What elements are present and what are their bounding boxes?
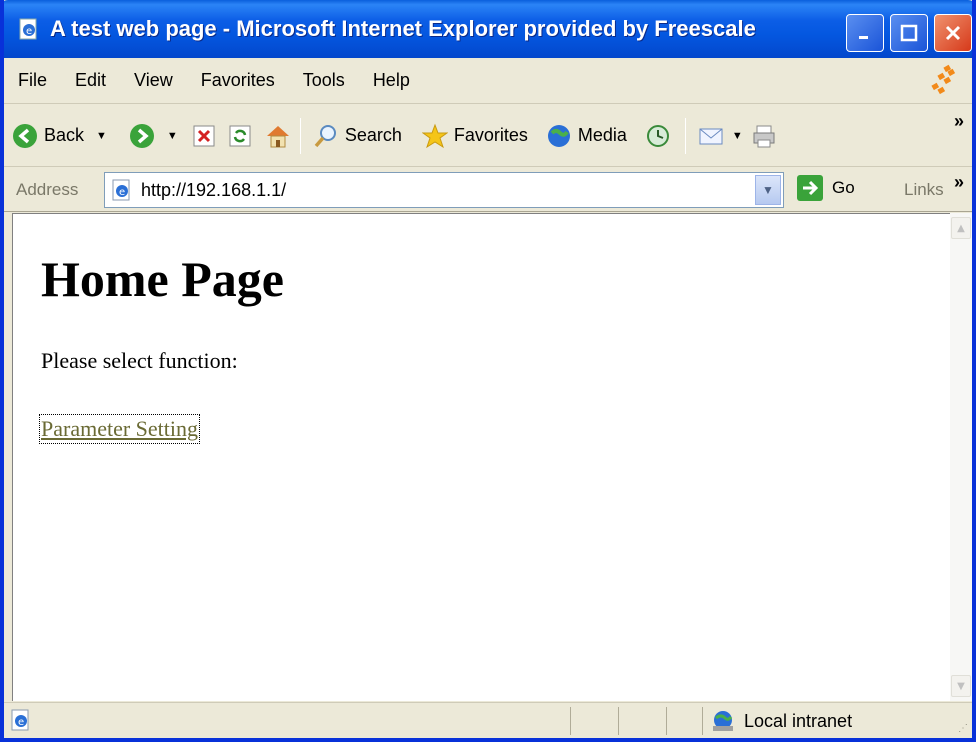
scroll-up-arrow-icon[interactable]: ▲ xyxy=(951,217,971,239)
vertical-scrollbar[interactable]: ▲ ▼ xyxy=(950,213,972,701)
favorites-label: Favorites xyxy=(453,125,528,145)
media-label: Media xyxy=(577,125,627,145)
svg-text:e: e xyxy=(119,187,125,198)
standard-toolbar: Back ▼ ▼ Search Favorites Media ▼ » xyxy=(4,105,972,167)
ie-window: e A test web page - Microsoft Internet E… xyxy=(0,0,976,742)
favorites-button[interactable]: Favorites xyxy=(421,123,528,149)
title-bar[interactable]: e A test web page - Microsoft Internet E… xyxy=(4,0,972,58)
search-button[interactable]: Search xyxy=(313,123,402,149)
mail-dropdown-icon[interactable]: ▼ xyxy=(732,130,743,142)
ie-page-icon: e xyxy=(16,16,42,42)
mail-icon xyxy=(699,128,723,144)
address-input[interactable]: e http://192.168.1.1/ ▼ xyxy=(104,172,784,208)
toolbar-separator xyxy=(684,117,686,154)
web-content-area: Home Page Please select function: Parame… xyxy=(12,213,950,701)
menu-help[interactable]: Help xyxy=(361,70,426,91)
page-prompt: Please select function: xyxy=(41,348,238,373)
status-pane xyxy=(570,707,618,735)
address-bar: Address e http://192.168.1.1/ ▼ Go Links… xyxy=(4,168,972,212)
zone-label: Local intranet xyxy=(744,710,853,731)
scroll-down-arrow-icon[interactable]: ▼ xyxy=(951,675,971,697)
links-toolbar[interactable]: Links xyxy=(904,180,944,200)
home-icon xyxy=(266,125,289,147)
mail-button[interactable]: ▼ xyxy=(698,124,743,148)
go-arrow-icon xyxy=(797,175,823,201)
toolbar-separator xyxy=(299,117,301,154)
stop-icon xyxy=(193,125,215,146)
menu-file[interactable]: File xyxy=(4,70,63,91)
page-heading: Home Page xyxy=(41,251,284,307)
media-icon xyxy=(547,124,570,147)
status-pane xyxy=(618,707,666,735)
history-button[interactable] xyxy=(645,123,671,149)
toolbar-overflow-chevron-icon[interactable]: » xyxy=(954,111,964,132)
back-arrow-icon xyxy=(13,123,37,148)
menu-edit[interactable]: Edit xyxy=(63,70,122,91)
menu-favorites[interactable]: Favorites xyxy=(189,70,291,91)
freescale-logo-icon xyxy=(924,62,964,100)
forward-arrow-icon xyxy=(129,123,154,148)
forward-button[interactable]: ▼ xyxy=(129,123,178,149)
stop-button[interactable] xyxy=(192,124,216,148)
back-button[interactable]: Back ▼ xyxy=(12,123,107,149)
go-label: Go xyxy=(832,178,855,197)
menu-tools[interactable]: Tools xyxy=(291,70,361,91)
parameter-setting-link[interactable]: Parameter Setting xyxy=(38,414,201,444)
svg-text:e: e xyxy=(18,717,24,728)
go-button[interactable]: Go xyxy=(796,174,855,202)
resize-grip-icon[interactable]: ⋰ xyxy=(958,723,968,734)
status-bar: e Local intranet ⋰ xyxy=(4,702,972,738)
back-dropdown-icon[interactable]: ▼ xyxy=(96,130,107,142)
menu-view[interactable]: View xyxy=(122,70,189,91)
page-icon: e xyxy=(112,179,130,201)
print-button[interactable] xyxy=(751,123,777,149)
history-icon xyxy=(646,124,669,147)
favorites-star-icon xyxy=(421,123,448,148)
window-title: A test web page - Microsoft Internet Exp… xyxy=(50,16,756,41)
search-icon xyxy=(314,124,336,147)
page-status-icon: e xyxy=(11,709,29,731)
home-button[interactable] xyxy=(264,123,292,149)
links-chevron-icon[interactable]: » xyxy=(954,172,964,193)
forward-dropdown-icon[interactable]: ▼ xyxy=(167,130,178,142)
svg-text:e: e xyxy=(26,26,32,37)
search-label: Search xyxy=(344,125,402,145)
menu-bar: File Edit View Favorites Tools Help xyxy=(4,58,972,104)
address-url: http://192.168.1.1/ xyxy=(141,179,287,200)
print-icon xyxy=(753,125,775,147)
refresh-button[interactable] xyxy=(228,124,252,148)
minimize-button[interactable] xyxy=(846,14,884,52)
back-label: Back xyxy=(44,125,85,145)
local-intranet-icon xyxy=(713,711,733,731)
address-dropdown-icon[interactable]: ▼ xyxy=(755,175,781,205)
address-label: Address xyxy=(16,179,79,199)
security-zone[interactable]: Local intranet xyxy=(710,709,852,733)
close-button[interactable] xyxy=(934,14,972,52)
maximize-button[interactable] xyxy=(890,14,928,52)
status-pane xyxy=(666,707,702,735)
refresh-icon xyxy=(229,125,251,146)
media-button[interactable]: Media xyxy=(546,123,627,149)
